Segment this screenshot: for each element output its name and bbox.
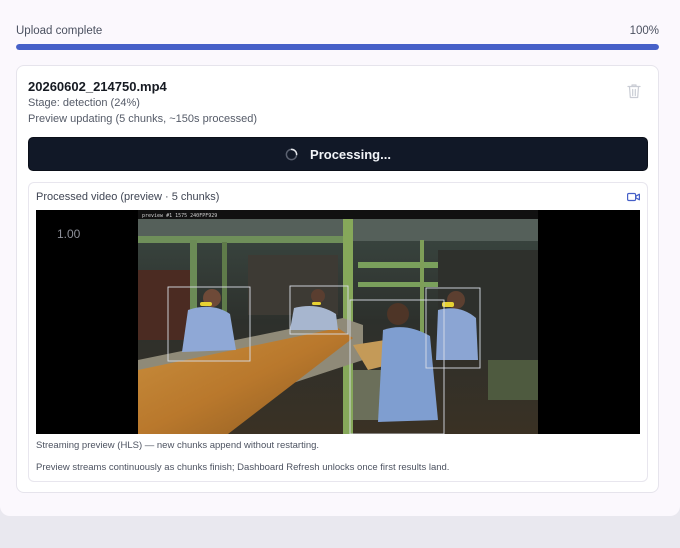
- processing-button[interactable]: Processing...: [28, 137, 648, 171]
- job-card: 20260602_214750.mp4 Stage: detection (24…: [16, 65, 659, 493]
- video-player[interactable]: 1.00 preview #1 1575 240FPF929: [36, 210, 640, 434]
- upload-page: Upload complete 100% 20260602_214750.mp4…: [0, 0, 680, 516]
- playback-rate: 1.00: [57, 227, 81, 241]
- upload-status-row: Upload complete 100%: [16, 25, 659, 37]
- video-panel-title: Processed video (preview · 5 chunks): [36, 191, 220, 203]
- video-frame: preview #1 1575 240FPF929: [138, 210, 538, 434]
- video-overlay-text: preview #1 1575 240FPF929: [142, 213, 217, 219]
- preview-status: Preview updating (5 chunks, ~150s proces…: [28, 113, 257, 125]
- processing-button-label: Processing...: [310, 146, 391, 162]
- preview-note: Preview streams continuously as chunks f…: [36, 462, 450, 473]
- upload-progress-bar: [16, 44, 659, 50]
- spinner-icon: [285, 148, 298, 160]
- processed-video-panel: Processed video (preview · 5 chunks) 1.0…: [28, 182, 648, 482]
- trash-icon[interactable]: [627, 83, 641, 99]
- file-name: 20260602_214750.mp4: [28, 79, 167, 94]
- upload-status-label: Upload complete: [16, 25, 103, 37]
- video-camera-icon: [627, 192, 640, 202]
- upload-percent-label: 100%: [629, 25, 659, 37]
- upload-progress-fill: [16, 44, 659, 50]
- stage-status: Stage: detection (24%): [28, 97, 140, 109]
- streaming-caption: Streaming preview (HLS) — new chunks app…: [36, 440, 320, 451]
